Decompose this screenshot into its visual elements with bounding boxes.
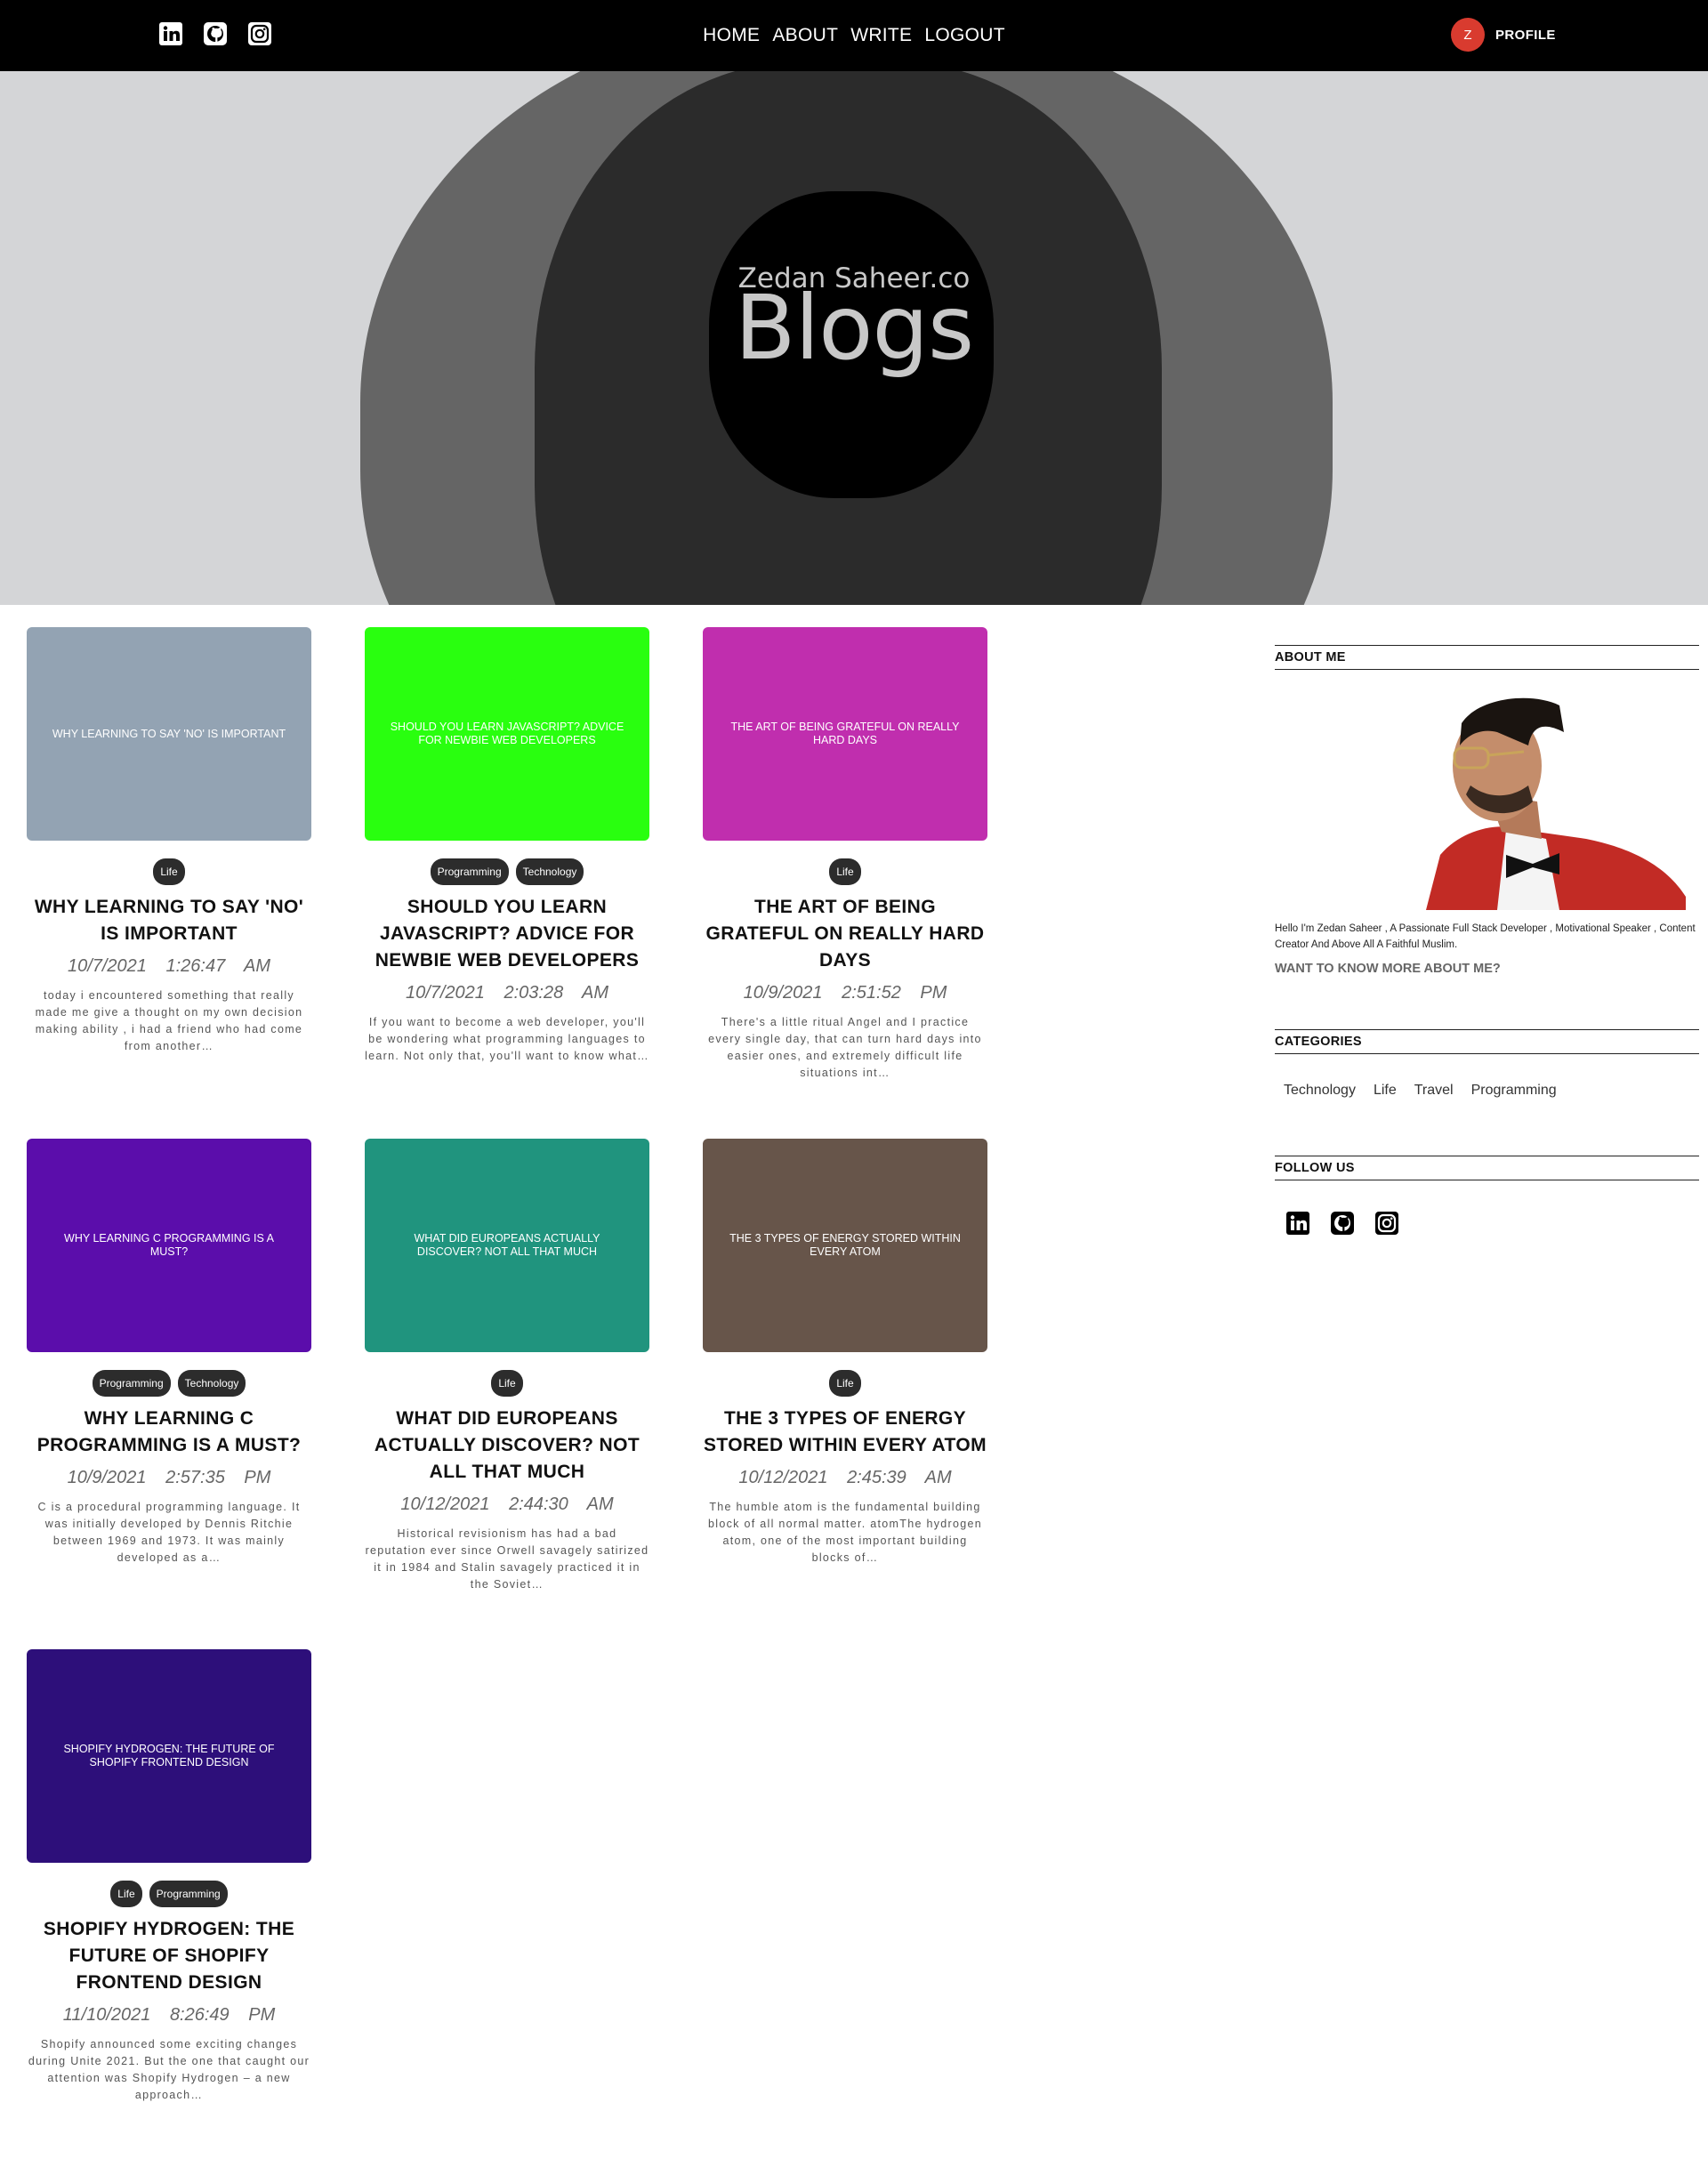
github-icon[interactable] xyxy=(203,21,228,46)
post-date-time: 2:44:30 AM xyxy=(509,1494,614,1514)
post-card[interactable]: SHOPIFY HYDROGEN: THE FUTURE OF SHOPIFY … xyxy=(27,1649,311,2104)
post-date: 10/7/2021 1:26:47 AM xyxy=(27,956,311,977)
nav-about-link[interactable]: ABOUT xyxy=(772,25,838,46)
sidebar: ABOUT ME Hello I'm Zedan Saheer , A Pass… xyxy=(1275,645,1699,1236)
post-title[interactable]: WHY LEARNING TO SAY 'NO' IS IMPORTANT xyxy=(27,894,311,947)
category-tag[interactable]: Life xyxy=(110,1881,142,1907)
post-tags: Life Programming xyxy=(27,1881,311,1907)
category-tag[interactable]: Life xyxy=(153,858,185,885)
post-date: 10/12/2021 2:44:30 AM xyxy=(365,1494,649,1515)
post-thumbnail[interactable]: THE ART OF BEING GRATEFUL ON REALLY HARD… xyxy=(703,627,987,841)
category-technology[interactable]: Technology xyxy=(1284,1083,1356,1099)
post-date-day: 10/12/2021 xyxy=(400,1494,490,1514)
post-thumbnail[interactable]: THE 3 TYPES OF ENERGY STORED WITHIN EVER… xyxy=(703,1139,987,1352)
top-navbar: HOME ABOUT WRITE LOGOUT Z PROFILE xyxy=(0,0,1708,71)
post-date-day: 10/9/2021 xyxy=(67,1468,147,1487)
hero-title: Blogs xyxy=(734,276,974,380)
instagram-icon[interactable] xyxy=(1374,1211,1399,1236)
category-tag[interactable]: Life xyxy=(829,1370,861,1397)
post-date-time: 2:03:28 AM xyxy=(504,983,609,1003)
post-excerpt: If you want to become a web developer, y… xyxy=(365,1016,649,1062)
category-tag[interactable]: Life xyxy=(829,858,861,885)
post-excerpt: today i encountered something that reall… xyxy=(35,989,303,1052)
post-excerpt: The humble atom is the fundamental build… xyxy=(707,1501,983,1564)
post-excerpt: There's a little ritual Angel and I prac… xyxy=(708,1016,982,1079)
post-thumbnail[interactable]: WHAT DID EUROPEANS ACTUALLY DISCOVER? NO… xyxy=(365,1139,649,1352)
post-thumbnail[interactable]: SHOPIFY HYDROGEN: THE FUTURE OF SHOPIFY … xyxy=(27,1649,311,1863)
nav-home-link[interactable]: HOME xyxy=(703,25,760,46)
post-date: 10/12/2021 2:45:39 AM xyxy=(703,1468,987,1488)
linkedin-icon[interactable] xyxy=(1285,1211,1310,1236)
category-travel[interactable]: Travel xyxy=(1414,1083,1454,1099)
post-card[interactable]: WHY LEARNING C PROGRAMMING IS A MUST? Pro… xyxy=(27,1139,311,1567)
post-date-day: 10/7/2021 xyxy=(405,983,485,1003)
post-card[interactable]: WHY LEARNING TO SAY 'NO' IS IMPORTANT Lif… xyxy=(27,627,311,1055)
post-excerpt: Historical revisionism has had a bad rep… xyxy=(365,1527,649,1591)
post-date-time: 2:57:35 PM xyxy=(165,1468,271,1487)
follow-heading: FOLLOW US xyxy=(1275,1156,1699,1180)
category-list: Technology Life Travel Programming xyxy=(1275,1083,1699,1099)
post-title[interactable]: WHAT DID EUROPEANS ACTUALLY DISCOVER? NO… xyxy=(365,1406,649,1486)
post-tags: Life xyxy=(365,1370,649,1397)
about-text: Hello I'm Zedan Saheer , A Passionate Fu… xyxy=(1275,923,1696,950)
post-date-day: 11/10/2021 xyxy=(62,2005,151,2025)
avatar[interactable]: Z xyxy=(1451,18,1485,52)
category-tag[interactable]: Technology xyxy=(177,1370,246,1397)
post-title[interactable]: THE 3 TYPES OF ENERGY STORED WITHIN EVER… xyxy=(703,1406,987,1459)
github-icon[interactable] xyxy=(1330,1211,1355,1236)
post-title[interactable]: SHOPIFY HYDROGEN: THE FUTURE OF SHOPIFY … xyxy=(27,1916,311,1996)
post-title[interactable]: WHY LEARNING C PROGRAMMING IS A MUST? xyxy=(27,1406,311,1459)
nav-logout-link[interactable]: LOGOUT xyxy=(924,25,1004,46)
post-title[interactable]: SHOULD YOU LEARN JAVASCRIPT? ADVICE FOR … xyxy=(365,894,649,974)
post-thumbnail[interactable]: WHY LEARNING C PROGRAMMING IS A MUST? xyxy=(27,1139,311,1352)
post-date: 10/9/2021 2:51:52 PM xyxy=(703,983,987,1003)
nav-write-link[interactable]: WRITE xyxy=(850,25,912,46)
post-card[interactable]: SHOULD YOU LEARN JAVASCRIPT? ADVICE FOR … xyxy=(365,627,649,1082)
post-date-day: 10/9/2021 xyxy=(743,983,823,1003)
post-date: 10/7/2021 2:03:28 AM xyxy=(365,983,649,1003)
about-more-link[interactable]: WANT TO KNOW MORE ABOUT ME? xyxy=(1275,962,1699,976)
category-tag[interactable]: Programming xyxy=(92,1370,171,1397)
categories-section: CATEGORIES Technology Life Travel Progra… xyxy=(1275,1029,1699,1099)
profile-label[interactable]: PROFILE xyxy=(1495,28,1556,43)
categories-heading: CATEGORIES xyxy=(1275,1029,1699,1054)
post-date-day: 10/12/2021 xyxy=(738,1468,828,1487)
post-tags: Life xyxy=(27,858,311,885)
follow-icons xyxy=(1275,1211,1699,1236)
category-tag[interactable]: Life xyxy=(491,1370,523,1397)
profile-menu[interactable]: Z PROFILE xyxy=(1451,18,1556,52)
linkedin-icon[interactable] xyxy=(158,21,183,46)
about-heading: ABOUT ME xyxy=(1275,645,1699,670)
post-tags: Programming Technology xyxy=(365,858,649,885)
post-thumbnail[interactable]: WHY LEARNING TO SAY 'NO' IS IMPORTANT xyxy=(27,627,311,841)
about-section: ABOUT ME Hello I'm Zedan Saheer , A Pass… xyxy=(1275,645,1699,976)
category-programming[interactable]: Programming xyxy=(1471,1083,1557,1099)
post-date-time: 2:51:52 PM xyxy=(842,983,947,1003)
post-tags: Life xyxy=(703,1370,987,1397)
post-title[interactable]: THE ART OF BEING GRATEFUL ON REALLY HARD… xyxy=(703,894,987,974)
category-tag[interactable]: Technology xyxy=(515,858,584,885)
post-excerpt: C is a procedural programming language. … xyxy=(37,1501,301,1564)
post-card[interactable]: THE ART OF BEING GRATEFUL ON REALLY HARD… xyxy=(703,627,987,1082)
post-card[interactable]: WHAT DID EUROPEANS ACTUALLY DISCOVER? NO… xyxy=(365,1139,649,1593)
instagram-icon[interactable] xyxy=(247,21,272,46)
post-date-time: 1:26:47 AM xyxy=(165,956,271,976)
follow-section: FOLLOW US xyxy=(1275,1156,1699,1236)
category-life[interactable]: Life xyxy=(1374,1083,1397,1099)
post-date-time: 8:26:49 PM xyxy=(169,2005,276,2025)
post-tags: Programming Technology xyxy=(27,1370,311,1397)
category-tag[interactable]: Programming xyxy=(430,858,509,885)
post-tags: Life xyxy=(703,858,987,885)
post-excerpt: Shopify announced some exciting changes … xyxy=(28,2038,310,2101)
category-tag[interactable]: Programming xyxy=(149,1881,228,1907)
post-date-day: 10/7/2021 xyxy=(67,956,147,976)
post-date: 10/9/2021 2:57:35 PM xyxy=(27,1468,311,1488)
post-date-time: 2:45:39 AM xyxy=(847,1468,952,1487)
author-photo xyxy=(1355,697,1686,910)
post-card[interactable]: THE 3 TYPES OF ENERGY STORED WITHIN EVER… xyxy=(703,1139,987,1567)
hero-banner: Zedan Saheer.co Blogs xyxy=(0,71,1708,605)
post-thumbnail[interactable]: SHOULD YOU LEARN JAVASCRIPT? ADVICE FOR … xyxy=(365,627,649,841)
header-social-links xyxy=(158,21,272,46)
post-date: 11/10/2021 8:26:49 PM xyxy=(27,2005,311,2026)
